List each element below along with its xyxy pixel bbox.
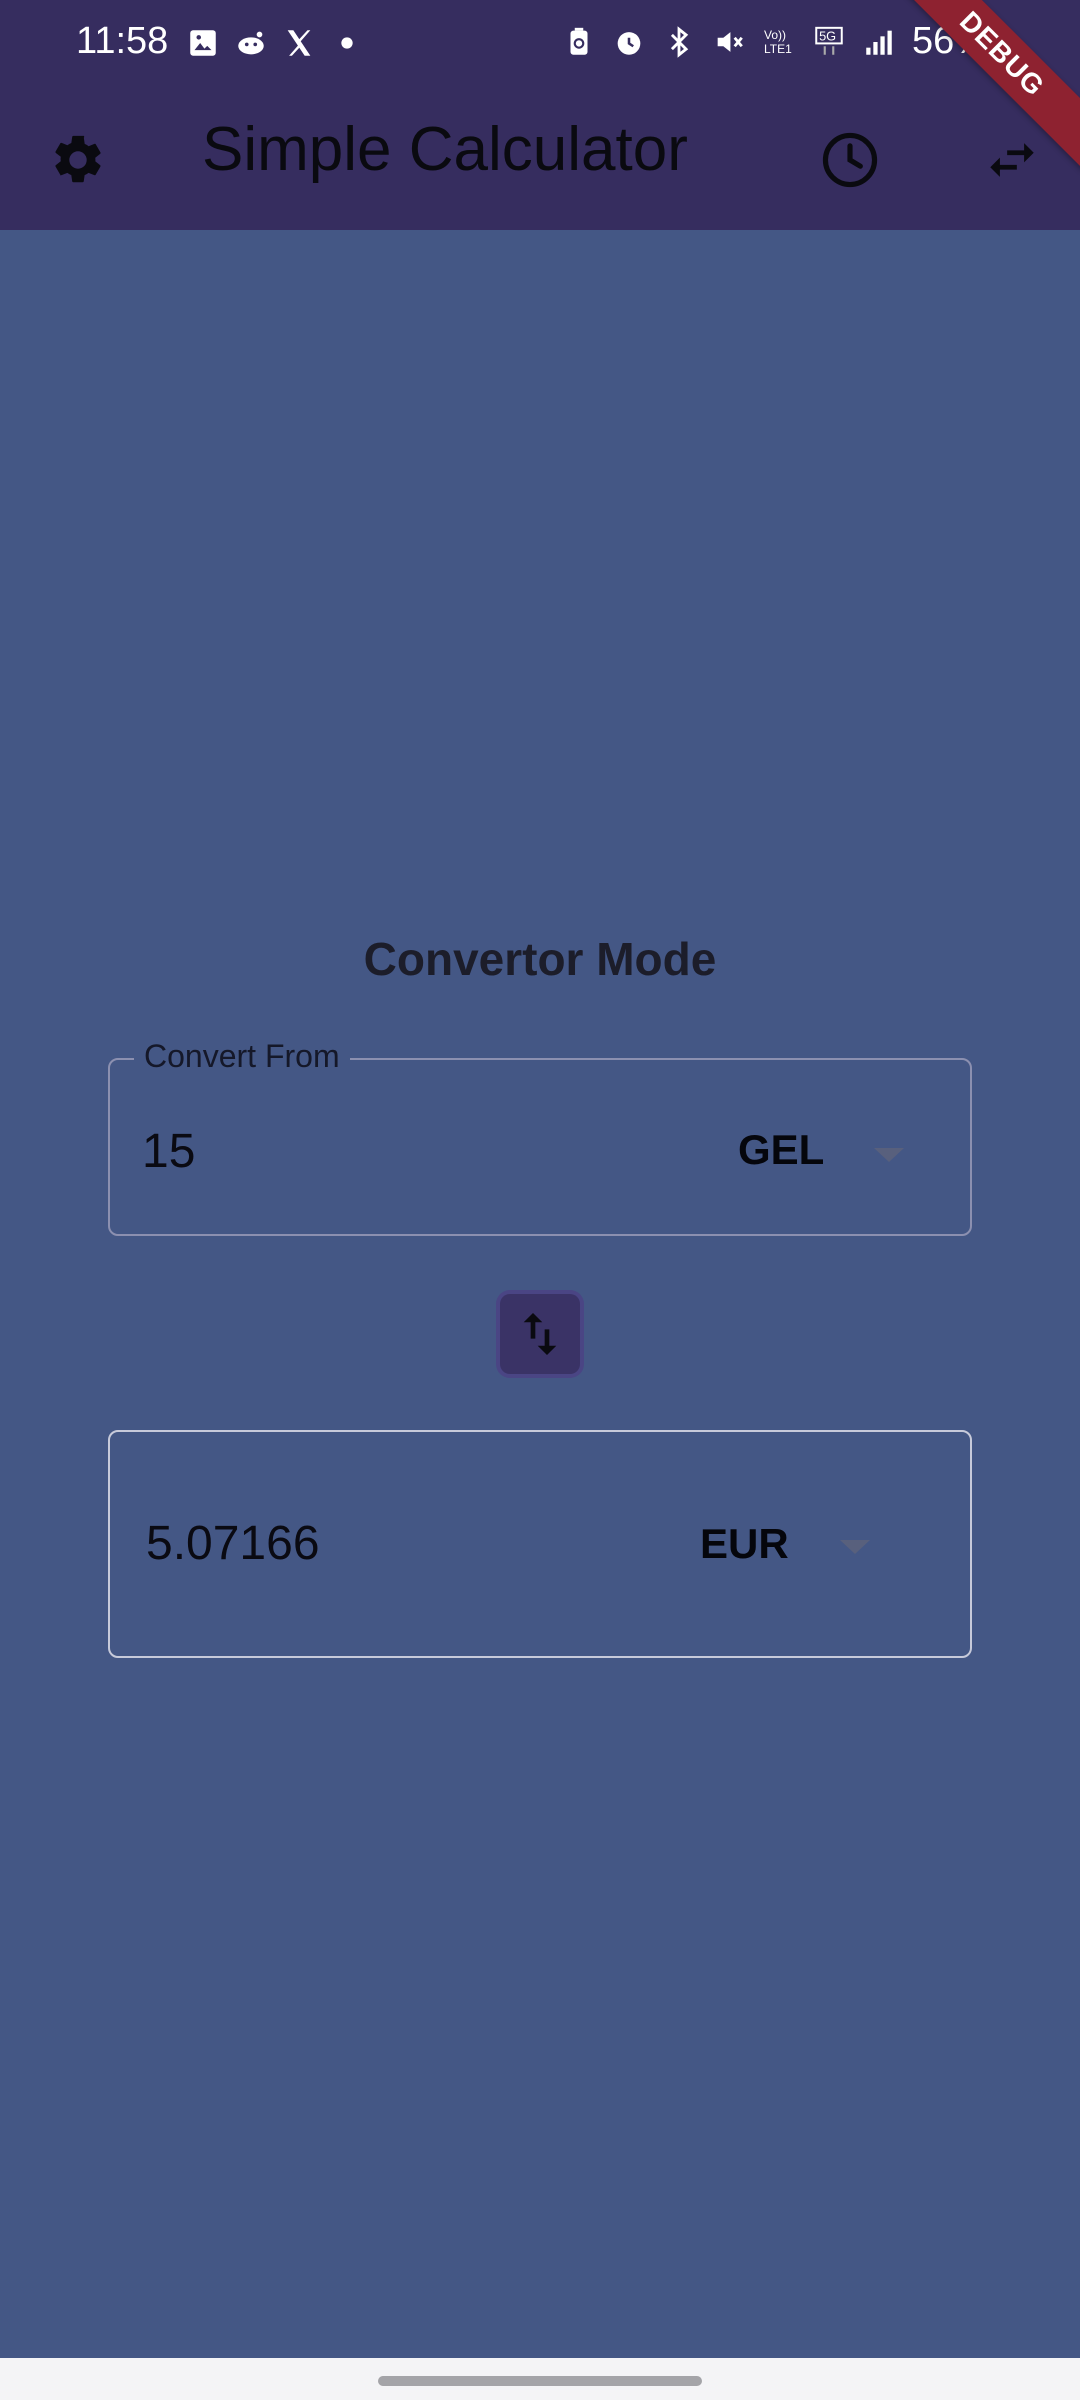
bluetooth-icon <box>670 25 689 58</box>
app-bar: Simple Calculator <box>0 88 1080 230</box>
status-bar: 11:58 Vo)) LTE1 5G 56% <box>0 0 1080 88</box>
svg-text:5G: 5G <box>819 28 836 43</box>
reddit-icon <box>238 31 264 55</box>
convert-to-field: 5.07166 EUR <box>108 1430 972 1658</box>
battery-saver-icon <box>570 27 588 55</box>
dot-icon <box>341 37 353 49</box>
settings-button[interactable] <box>30 118 126 202</box>
navigation-bar <box>0 2358 1080 2400</box>
chevron-down-icon[interactable] <box>874 1148 904 1162</box>
page-title: Simple Calculator <box>202 115 688 184</box>
svg-text:Vo)): Vo)) <box>764 28 786 42</box>
swap-currencies-button[interactable] <box>500 1294 580 1374</box>
chevron-down-icon[interactable] <box>840 1540 870 1554</box>
converter-mode-title: Convertor Mode <box>363 933 717 985</box>
status-system-icons: Vo)) LTE1 5G 56% <box>562 20 988 63</box>
5g-icon: 5G <box>815 26 843 55</box>
mute-icon <box>717 31 743 52</box>
status-time: 11:58 <box>76 20 169 62</box>
svg-text:LTE1: LTE1 <box>764 42 792 56</box>
status-notification-icons <box>186 26 364 60</box>
gallery-icon <box>190 30 216 56</box>
swap-vertical-icon <box>523 1313 557 1355</box>
convert-from-field[interactable]: Convert From 15 GEL <box>108 1038 972 1236</box>
history-button[interactable] <box>802 118 898 202</box>
clock-icon <box>822 132 878 188</box>
signal-icon <box>866 30 892 55</box>
gear-icon <box>55 135 101 183</box>
convert-from-label: Convert From <box>134 1038 350 1075</box>
home-gesture-handle[interactable] <box>378 2376 702 2386</box>
convert-from-input[interactable]: 15 <box>142 1124 195 1179</box>
swap-arrows-icon <box>990 143 1034 177</box>
from-currency-dropdown[interactable]: GEL <box>738 1126 824 1174</box>
converted-value: 5.07166 <box>146 1517 320 1570</box>
volte-icon: Vo))LTE1 <box>764 28 792 56</box>
to-currency-dropdown[interactable]: EUR <box>700 1520 789 1568</box>
x-icon <box>287 30 311 56</box>
alarm-icon <box>617 31 641 55</box>
